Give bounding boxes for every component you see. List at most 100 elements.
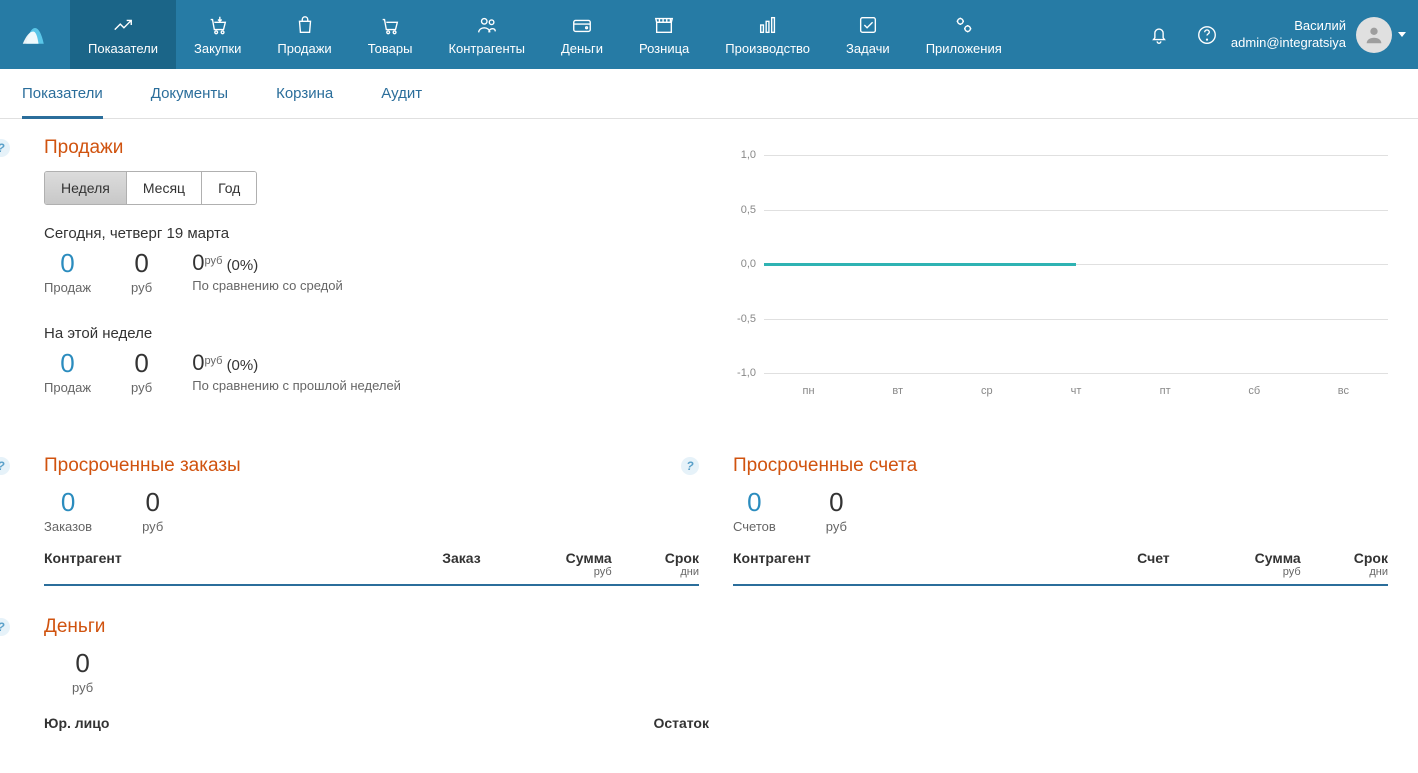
help-badge[interactable]: ? — [0, 618, 10, 636]
nav-retail[interactable]: Розница — [621, 0, 707, 69]
overdue-orders-panel: ? Просроченные заказы 0 Заказов 0 руб Ко… — [30, 455, 699, 586]
overdue-orders-stats: 0 Заказов 0 руб — [44, 489, 699, 534]
today-amount: 0 руб — [131, 250, 152, 295]
users-icon — [476, 14, 498, 37]
stat-value: 0 — [72, 650, 93, 676]
user-email: admin@integratsiya — [1231, 35, 1346, 52]
bell-icon — [1148, 24, 1170, 46]
compare-sub: По сравнению со средой — [192, 278, 343, 293]
sub-nav: Показатели Документы Корзина Аудит — [0, 69, 1418, 119]
nav-money[interactable]: Деньги — [543, 0, 621, 69]
sales-title: Продажи — [44, 137, 706, 159]
chart-grid: 1,0 0,5 0,0 -0,5 -1,0 — [764, 155, 1388, 373]
chart-data-line — [764, 263, 1076, 266]
week-count: 0 Продаж — [44, 350, 91, 395]
nav-label: Приложения — [926, 41, 1002, 56]
subnav-indicators[interactable]: Показатели — [22, 69, 103, 119]
money-amount: 0 руб — [72, 650, 93, 695]
today-count: 0 Продаж — [44, 250, 91, 295]
orders-amount: 0 руб — [142, 489, 163, 534]
orders-table-head: Контрагент Заказ Суммаруб Срокдни — [44, 544, 699, 586]
today-compare: 0руб (0%) По сравнению со средой — [192, 250, 343, 293]
period-week[interactable]: Неделя — [45, 172, 127, 204]
week-stats: 0 Продаж 0 руб 0руб (0%) По сравнению с … — [44, 350, 706, 395]
money-title: Деньги — [44, 616, 709, 638]
overdue-invoices-stats: 0 Счетов 0 руб — [733, 489, 1388, 534]
th-term: Срокдни — [612, 550, 699, 578]
invoices-table-head: Контрагент Счет Суммаруб Срокдни — [733, 544, 1388, 586]
stat-value: 0 — [131, 350, 152, 376]
stat-label: руб — [131, 280, 152, 295]
nav-apps[interactable]: Приложения — [908, 0, 1020, 69]
compare-rub: руб — [204, 255, 222, 267]
th-term: Срокдни — [1301, 550, 1388, 578]
logo[interactable] — [0, 0, 70, 69]
ytick: -0,5 — [737, 313, 756, 325]
help-button[interactable] — [1183, 0, 1231, 69]
th-counterparty: Контрагент — [44, 550, 306, 578]
th-sum: Суммаруб — [481, 550, 612, 578]
nav-right: Василий admin@integratsiya — [1135, 0, 1418, 69]
nav-purchases[interactable]: Закупки — [176, 0, 259, 69]
money-table-head: Юр. лицо Остаток — [44, 709, 709, 737]
period-month[interactable]: Месяц — [127, 172, 202, 204]
xtick: чт — [1031, 385, 1120, 397]
nav-indicators[interactable]: Показатели — [70, 0, 176, 69]
stat-label: руб — [131, 380, 152, 395]
top-nav: Показатели Закупки Продажи Товары Контра… — [0, 0, 1418, 69]
help-badge[interactable]: ? — [681, 457, 699, 475]
stat-value: 0 — [44, 489, 92, 515]
invoices-amount: 0 руб — [826, 489, 847, 534]
store-icon — [653, 14, 675, 37]
today-stats: 0 Продаж 0 руб 0руб (0%) По сравнению со… — [44, 250, 706, 295]
xtick: вс — [1299, 385, 1388, 397]
stat-value: 0 — [44, 250, 91, 276]
period-toggle: Неделя Месяц Год — [44, 171, 257, 205]
chart-line-icon — [112, 14, 134, 37]
stat-label: руб — [826, 519, 847, 534]
compare-rub: руб — [204, 355, 222, 367]
bag-icon — [294, 14, 316, 37]
nav-production[interactable]: Производство — [707, 0, 828, 69]
subnav-trash[interactable]: Корзина — [276, 69, 333, 119]
nav-label: Деньги — [561, 41, 603, 56]
nav-label: Розница — [639, 41, 689, 56]
bars-icon — [757, 14, 779, 37]
notifications-button[interactable] — [1135, 0, 1183, 69]
help-badge[interactable]: ? — [0, 139, 10, 157]
week-date: На этой неделе — [44, 325, 706, 342]
avatar — [1356, 17, 1392, 53]
user-name: Василий — [1231, 18, 1346, 35]
xtick: сб — [1210, 385, 1299, 397]
wallet-icon — [571, 14, 593, 37]
stat-value: 0 — [142, 489, 163, 515]
subnav-audit[interactable]: Аудит — [381, 69, 422, 119]
nav-tasks[interactable]: Задачи — [828, 0, 908, 69]
ytick: 1,0 — [741, 149, 756, 161]
sales-chart: 1,0 0,5 0,0 -0,5 -1,0 пн вт ср чт пт сб … — [726, 147, 1388, 397]
compare-sub: По сравнению с прошлой неделей — [192, 378, 401, 393]
nav-goods[interactable]: Товары — [350, 0, 431, 69]
sales-panel: ? Продажи Неделя Месяц Год Сегодня, четв… — [30, 137, 706, 425]
week-amount: 0 руб — [131, 350, 152, 395]
stat-value: 0 — [44, 350, 91, 376]
xtick: вт — [853, 385, 942, 397]
subnav-documents[interactable]: Документы — [151, 69, 228, 119]
stat-label: Продаж — [44, 280, 91, 295]
nav-counterparties[interactable]: Контрагенты — [430, 0, 543, 69]
user-menu[interactable]: Василий admin@integratsiya — [1231, 17, 1418, 53]
stat-label: руб — [142, 519, 163, 534]
cart-icon — [379, 14, 401, 37]
th-order: Заказ — [306, 550, 481, 578]
xtick: пн — [764, 385, 853, 397]
nav-label: Контрагенты — [448, 41, 525, 56]
th-balance: Остаток — [576, 715, 709, 731]
nav-label: Закупки — [194, 41, 241, 56]
nav-label: Показатели — [88, 41, 158, 56]
chevron-down-icon — [1398, 32, 1406, 37]
chart-xlabels: пн вт ср чт пт сб вс — [764, 385, 1388, 397]
th-counterparty: Контрагент — [733, 550, 995, 578]
period-year[interactable]: Год — [202, 172, 256, 204]
nav-sales[interactable]: Продажи — [259, 0, 349, 69]
help-badge[interactable]: ? — [0, 457, 10, 475]
